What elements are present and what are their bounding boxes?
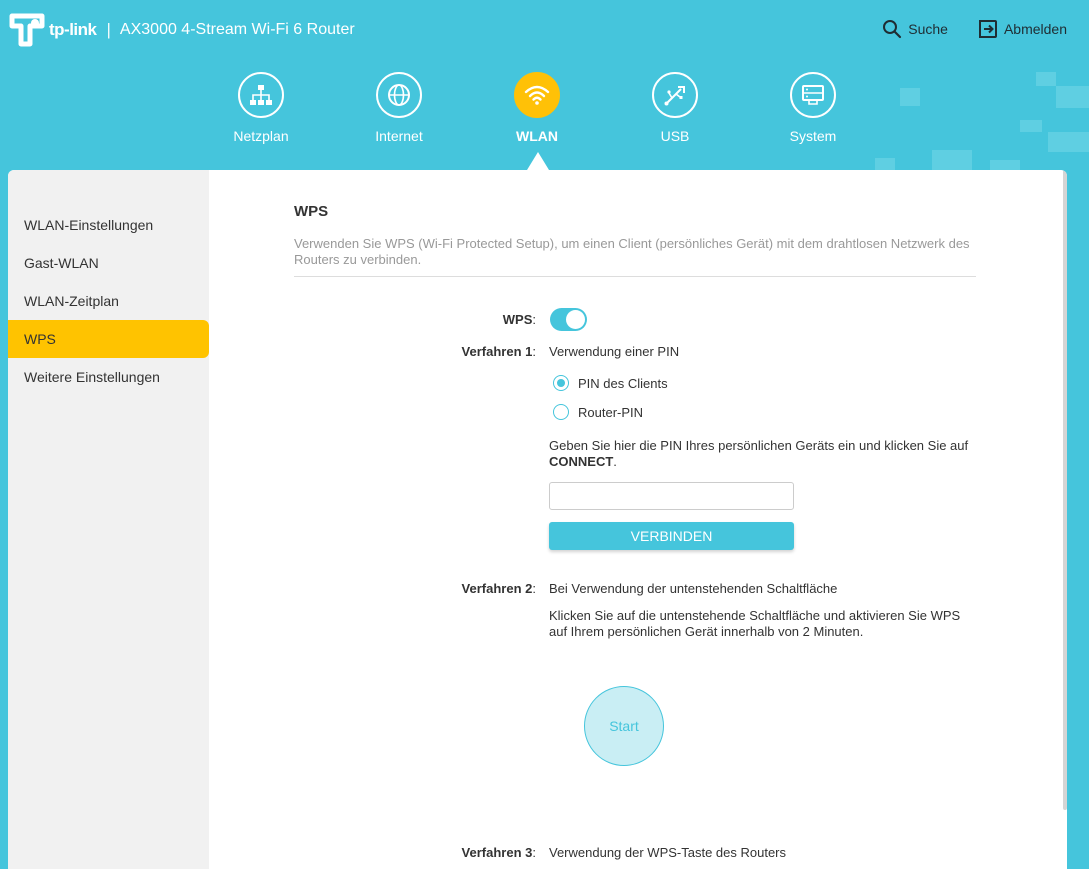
- logout-button[interactable]: Abmelden: [978, 19, 1067, 39]
- method1-hint-bold: CONNECT: [549, 454, 614, 469]
- system-icon: [802, 85, 824, 105]
- main-panel: WLAN-Einstellungen Gast-WLAN WLAN-Zeitpl…: [8, 170, 1067, 869]
- page-description: Verwenden Sie WPS (Wi-Fi Protected Setup…: [294, 236, 976, 277]
- method2-label-text: Verfahren 2: [461, 581, 533, 596]
- sidebar-item-wps[interactable]: WPS: [8, 320, 209, 358]
- radio-router-pin[interactable]: Router-PIN: [553, 404, 643, 420]
- sidebar-item-wlan-zeitplan[interactable]: WLAN-Zeitplan: [8, 282, 209, 320]
- scrollbar[interactable]: [1063, 170, 1067, 810]
- page-title: WPS: [294, 203, 329, 220]
- sidebar: WLAN-Einstellungen Gast-WLAN WLAN-Zeitpl…: [8, 170, 209, 869]
- wps-label-text: WPS: [502, 312, 533, 327]
- pin-input[interactable]: [549, 482, 794, 510]
- method3-label-text: Verfahren 3: [461, 845, 533, 860]
- nav-item-netzplan[interactable]: Netzplan: [211, 72, 311, 144]
- radio-client-pin-label: PIN des Clients: [578, 375, 668, 391]
- method2-label-colon: :: [532, 581, 536, 596]
- nav-item-system[interactable]: System: [763, 72, 863, 144]
- usb-icon: [664, 86, 685, 106]
- sidebar-item-gast-wlan[interactable]: Gast-WLAN: [8, 244, 209, 282]
- sidebar-item-wlan-einstellungen[interactable]: WLAN-Einstellungen: [8, 206, 209, 244]
- globe-icon: [388, 84, 410, 106]
- method1-label-colon: :: [532, 344, 536, 359]
- method3-label: Verfahren 3:: [336, 845, 536, 860]
- tp-link-logo-icon: [9, 13, 45, 47]
- method3-label-colon: :: [532, 845, 536, 860]
- method2-value: Bei Verwendung der untenstehenden Schalt…: [549, 581, 838, 596]
- method3-value: Verwendung der WPS-Taste des Routers: [549, 845, 787, 860]
- radio-router-pin-label: Router-PIN: [578, 404, 644, 420]
- wps-label: WPS:: [336, 312, 536, 327]
- method1-value: Verwendung einer PIN: [549, 344, 680, 359]
- method2-label: Verfahren 2:: [336, 581, 536, 596]
- router-model: AX3000 4-Stream Wi-Fi 6 Router: [119, 21, 355, 38]
- active-nav-pointer: [527, 152, 549, 170]
- nav-label-wlan: WLAN: [516, 128, 558, 144]
- logout-icon: [978, 20, 997, 38]
- brand-name: tp-link: [49, 20, 97, 39]
- method2-hint: Klicken Sie auf die untenstehende Schalt…: [549, 608, 961, 639]
- nav-item-internet[interactable]: Internet: [349, 72, 449, 144]
- sidebar-item-weitere-einstellungen[interactable]: Weitere Einstellungen: [8, 358, 209, 396]
- wps-toggle-knob: [566, 310, 585, 329]
- search-icon: [883, 20, 902, 39]
- nav-item-usb[interactable]: USB: [625, 72, 725, 144]
- method1-hint-text: Geben Sie hier die PIN Ihres persönliche…: [549, 438, 969, 453]
- radio-client-pin[interactable]: PIN des Clients: [553, 375, 668, 391]
- method1-hint-end: .: [613, 454, 617, 469]
- network-map-icon: [250, 85, 272, 105]
- brand: tp-link | AX3000 4-Stream Wi-Fi 6 Router: [8, 12, 355, 48]
- nav-label-internet: Internet: [375, 128, 423, 144]
- content-area: WPS Verwenden Sie WPS (Wi-Fi Protected S…: [209, 170, 1067, 869]
- wps-start-button[interactable]: Start: [584, 686, 664, 766]
- method1-hint: Geben Sie hier die PIN Ihres persönliche…: [549, 438, 969, 470]
- wifi-icon: [524, 85, 550, 105]
- nav-item-wlan[interactable]: WLAN: [487, 72, 587, 144]
- radio-router-pin-dot[interactable]: [553, 404, 569, 420]
- search-button[interactable]: Suche: [882, 19, 948, 39]
- wps-toggle[interactable]: [550, 308, 587, 331]
- wps-label-colon: :: [532, 312, 536, 327]
- radio-client-pin-dot[interactable]: [553, 375, 569, 391]
- logout-label: Abmelden: [1003, 21, 1067, 37]
- nav-label-system: System: [789, 128, 837, 144]
- top-actions: Suche Abmelden: [882, 19, 1067, 39]
- search-label: Suche: [908, 21, 948, 37]
- method1-label-text: Verfahren 1: [461, 344, 533, 359]
- connect-button[interactable]: VERBINDEN: [549, 522, 794, 550]
- method1-label: Verfahren 1:: [336, 344, 536, 359]
- brand-separator: |: [106, 20, 111, 39]
- nav-label-usb: USB: [660, 128, 690, 144]
- nav-label-netzplan: Netzplan: [233, 128, 289, 144]
